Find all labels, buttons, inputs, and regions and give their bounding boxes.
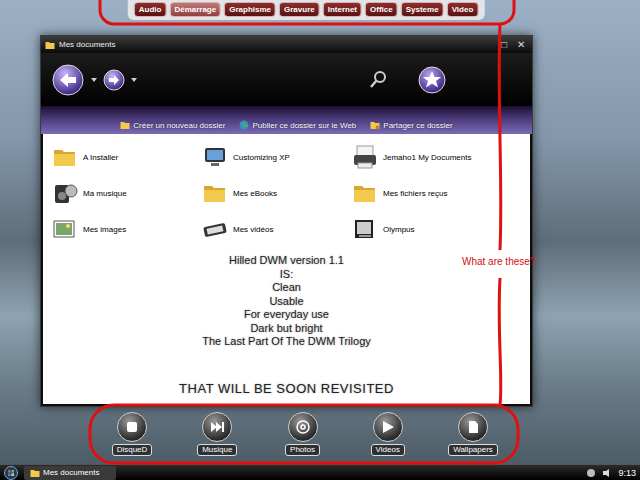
dock-item[interactable]: Photos bbox=[272, 412, 334, 456]
overlay-line: Hilled DWM version 1.1 bbox=[229, 254, 344, 268]
folder-item[interactable]: Mes eBooks bbox=[201, 178, 351, 208]
launcher-button[interactable]: Office bbox=[365, 2, 398, 17]
window-control[interactable]: □ bbox=[498, 39, 510, 51]
folder-grid: A InstallerCustomizing XPJemaho1 My Docu… bbox=[49, 142, 524, 244]
dock-item[interactable]: Wallpapers bbox=[442, 412, 504, 456]
dock-item[interactable]: Videos bbox=[357, 412, 419, 456]
window-control[interactable]: ✕ bbox=[514, 39, 528, 51]
clock: 9:13 bbox=[618, 468, 636, 478]
dock-label: Wallpapers bbox=[448, 444, 498, 456]
folder-item[interactable]: Jemaho1 My Documents bbox=[351, 142, 501, 172]
new-folder-icon bbox=[120, 120, 130, 130]
magnifier-icon[interactable] bbox=[367, 69, 389, 91]
task-link[interactable]: Partager ce dossier bbox=[370, 120, 452, 130]
film-icon bbox=[201, 215, 229, 243]
dock-button[interactable] bbox=[373, 412, 403, 442]
start-orb-icon[interactable] bbox=[4, 466, 18, 480]
dock-label: Photos bbox=[285, 444, 320, 456]
task-link[interactable]: Créer un nouveau dossier bbox=[120, 120, 225, 130]
dock-label: DisqueD bbox=[112, 444, 153, 456]
network-icon[interactable] bbox=[586, 468, 596, 478]
skip-forward-icon bbox=[209, 419, 225, 435]
dock-item[interactable]: Musique bbox=[186, 412, 248, 456]
dock-button[interactable] bbox=[458, 412, 488, 442]
folder-item[interactable]: Ma musique bbox=[51, 178, 201, 208]
launcher-button[interactable]: Graphisme bbox=[224, 2, 276, 17]
screen: AudioDémarrageGraphismeGravureInternetOf… bbox=[0, 0, 640, 480]
annotation-text: What are these? bbox=[462, 256, 535, 267]
volume-icon[interactable] bbox=[602, 468, 612, 478]
dock: DisqueD Musique Photos Videos Wallpapers bbox=[95, 412, 510, 456]
forward-arrow-icon[interactable] bbox=[103, 69, 125, 91]
overlay-line: Usable bbox=[269, 295, 303, 309]
overlay-footer: THAT WILL BE SOON REVISITED bbox=[179, 381, 394, 398]
dock-label: Musique bbox=[197, 444, 237, 456]
dock-label: Videos bbox=[371, 444, 405, 456]
dock-button[interactable] bbox=[117, 412, 147, 442]
camera-icon bbox=[351, 215, 379, 243]
folder-icon bbox=[201, 179, 229, 207]
folder-item[interactable]: Mes vidéos bbox=[201, 214, 351, 244]
folder-item[interactable]: Customizing XP bbox=[201, 142, 351, 172]
task-band: Créer un nouveau dossier Publier ce dossi… bbox=[41, 106, 532, 134]
overlay-line: IS: bbox=[280, 268, 293, 282]
disc-icon bbox=[295, 419, 311, 435]
folder-item[interactable]: Mes images bbox=[51, 214, 201, 244]
dock-button[interactable] bbox=[202, 412, 232, 442]
task-link[interactable]: Publier ce dossier sur le Web bbox=[239, 120, 356, 130]
photo-icon bbox=[51, 215, 79, 243]
folder-item[interactable]: A Installer bbox=[51, 142, 201, 172]
taskbar: Mes documents 9:13 bbox=[0, 464, 640, 480]
globe-icon bbox=[239, 120, 249, 130]
page-icon bbox=[465, 419, 481, 435]
overlay-line: For everyday use bbox=[244, 308, 329, 322]
new-folder-icon bbox=[30, 468, 40, 478]
search-button[interactable] bbox=[367, 69, 389, 91]
folder-item[interactable]: Olympus bbox=[351, 214, 501, 244]
share-icon bbox=[370, 120, 380, 130]
launcher-bar: AudioDémarrageGraphismeGravureInternetOf… bbox=[128, 0, 485, 20]
folder-icon bbox=[351, 179, 379, 207]
launcher-button[interactable]: Systeme bbox=[401, 2, 444, 17]
toolbar bbox=[41, 53, 532, 106]
launcher-button[interactable]: Gravure bbox=[279, 2, 320, 17]
desktop: AudioDémarrageGraphismeGravureInternetOf… bbox=[0, 0, 640, 464]
window-title: Mes documents bbox=[59, 40, 494, 49]
launcher-button[interactable]: Démarrage bbox=[169, 2, 221, 17]
star-icon[interactable] bbox=[418, 66, 446, 94]
overlay-line: Clean bbox=[272, 281, 301, 295]
dock-item[interactable]: DisqueD bbox=[101, 412, 163, 456]
explorer-window: Mes documents □ ✕ Créer un nouveau dossier P… bbox=[40, 35, 533, 407]
dock-button[interactable] bbox=[288, 412, 318, 442]
dropdown-arrow-icon[interactable] bbox=[90, 76, 98, 84]
launcher-button[interactable]: Video bbox=[447, 2, 479, 17]
printer-icon bbox=[351, 143, 379, 171]
overlay-line: Dark but bright bbox=[250, 322, 322, 336]
new-folder-icon bbox=[45, 40, 55, 50]
dropdown-arrow-icon[interactable] bbox=[130, 76, 138, 84]
folder-icon bbox=[51, 143, 79, 171]
speaker-icon bbox=[51, 179, 79, 207]
overlay-line: The Last Part Of The DWM Trilogy bbox=[202, 335, 371, 349]
launcher-button[interactable]: Audio bbox=[134, 2, 167, 17]
overlay-text: Hilled DWM version 1.1IS:CleanUsableFor … bbox=[49, 254, 524, 349]
stop-icon bbox=[124, 419, 140, 435]
taskbar-button[interactable]: Mes documents bbox=[24, 466, 116, 480]
play-icon bbox=[380, 419, 396, 435]
monitor-icon bbox=[201, 143, 229, 171]
folder-view: A InstallerCustomizing XPJemaho1 My Docu… bbox=[43, 134, 530, 404]
launcher-button[interactable]: Internet bbox=[323, 2, 362, 17]
annotation-marks bbox=[0, 0, 640, 480]
title-bar: Mes documents □ ✕ bbox=[41, 36, 532, 53]
folder-item[interactable]: Mes fichiers reçus bbox=[351, 178, 501, 208]
back-arrow-icon[interactable] bbox=[51, 63, 85, 97]
